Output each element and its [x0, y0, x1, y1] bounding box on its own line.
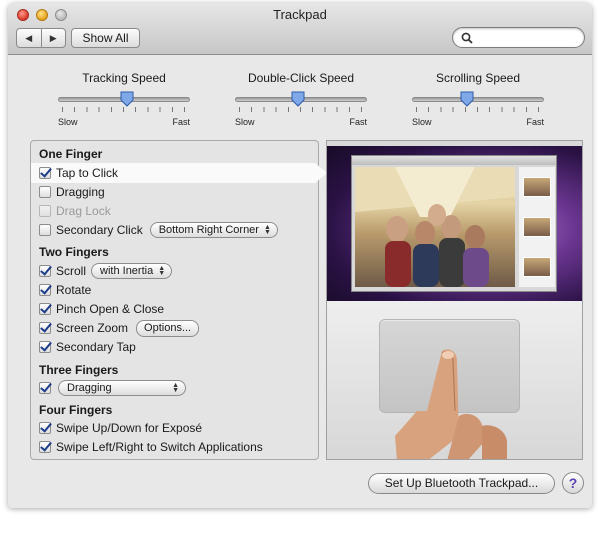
slider-label: Double-Click Speed — [247, 71, 355, 85]
chevron-right-icon[interactable]: ▶ — [40, 29, 66, 47]
slider-ticks — [416, 107, 540, 112]
demo-group-photo — [355, 167, 515, 287]
secondary-click-checkbox[interactable] — [39, 224, 51, 236]
secondary-tap-label: Secondary Tap — [56, 340, 136, 354]
help-button[interactable]: ? — [562, 472, 584, 494]
scroll-row[interactable]: Scroll with Inertia ▲ ▼ — [39, 262, 173, 280]
tracking-speed-slider: Tracking Speed Slow Fast — [58, 71, 190, 129]
dragging-row[interactable]: Dragging — [39, 183, 105, 201]
tap-to-click-label: Tap to Click — [56, 166, 119, 180]
pinch-label: Pinch Open & Close — [56, 302, 165, 316]
secondary-tap-checkbox[interactable] — [39, 341, 51, 353]
popup-arrows-icon: ▲ ▼ — [172, 382, 179, 394]
three-finger-drag-checkbox[interactable] — [39, 382, 51, 394]
screen-zoom-row[interactable]: Screen Zoom Options... — [39, 319, 200, 337]
popup-arrows-icon: ▲ ▼ — [264, 224, 271, 236]
rotate-checkbox[interactable] — [39, 284, 51, 296]
demo-menu-bar — [327, 141, 582, 146]
window-title: Trackpad — [273, 7, 327, 22]
section-four-fingers: Four Fingers — [39, 403, 113, 417]
secondary-tap-row[interactable]: Secondary Tap — [39, 338, 136, 356]
rotate-label: Rotate — [56, 283, 92, 297]
search-field[interactable] — [452, 27, 585, 48]
slider-max-label: Fast — [526, 117, 544, 127]
back-forward-control: ◀ ▶ — [16, 28, 66, 48]
switch-apps-row[interactable]: Swipe Left/Right to Switch Applications — [39, 438, 263, 456]
expose-row[interactable]: Swipe Up/Down for Exposé — [39, 419, 202, 437]
switch-apps-label: Swipe Left/Right to Switch Applications — [56, 440, 263, 454]
switch-apps-checkbox[interactable] — [39, 441, 51, 453]
screen-zoom-checkbox[interactable] — [39, 322, 51, 334]
demo-window-toolbar — [352, 156, 556, 165]
scroll-label: Scroll — [56, 264, 87, 278]
scroll-popup[interactable]: with Inertia ▲ ▼ — [91, 263, 173, 279]
group-photo-illustration — [355, 167, 515, 287]
screen-zoom-label: Screen Zoom — [56, 321, 129, 335]
slider-label: Scrolling Speed — [435, 71, 521, 85]
setup-bluetooth-trackpad-button[interactable]: Set Up Bluetooth Trackpad... — [368, 473, 555, 494]
slider-thumb[interactable] — [120, 91, 134, 107]
demo-thumbnail-strip — [519, 167, 555, 287]
section-two-fingers: Two Fingers — [39, 245, 109, 259]
preferences-window: Trackpad ◀ ▶ Show All Tracking Speed Slo… — [8, 3, 592, 508]
slider-thumb[interactable] — [291, 91, 305, 107]
secondary-click-label: Secondary Click — [56, 223, 143, 237]
show-all-button[interactable]: Show All — [71, 28, 140, 48]
tap-to-click-row[interactable]: Tap to Click — [39, 164, 118, 182]
drag-lock-row: Drag Lock — [39, 202, 111, 220]
secondary-click-popup-value: Bottom Right Corner — [158, 224, 259, 236]
section-three-fingers: Three Fingers — [39, 363, 119, 377]
slider-max-label: Fast — [172, 117, 190, 127]
popup-arrows-icon: ▲ ▼ — [158, 265, 166, 277]
chevron-left-icon[interactable]: ◀ — [17, 29, 41, 47]
expose-label: Swipe Up/Down for Exposé — [56, 421, 203, 435]
slider-thumb[interactable] — [460, 91, 474, 107]
section-one-finger: One Finger — [39, 147, 103, 161]
gestures-list: One Finger Tap to Click Dragging Drag Lo… — [30, 140, 327, 460]
search-icon — [461, 32, 473, 44]
dragging-checkbox[interactable] — [39, 186, 51, 198]
slider-min-label: Slow — [235, 117, 255, 127]
screen-zoom-options-button[interactable]: Options... — [136, 319, 200, 337]
three-finger-drag-popup-value: Dragging — [67, 382, 112, 394]
pointing-hand-icon — [395, 349, 507, 459]
pinch-row[interactable]: Pinch Open & Close — [39, 300, 164, 318]
drag-lock-checkbox — [39, 205, 51, 217]
title-bar: Trackpad ◀ ▶ Show All — [8, 3, 592, 55]
rotate-row[interactable]: Rotate — [39, 281, 91, 299]
demo-thumbnail — [523, 217, 551, 237]
scrolling-speed-slider: Scrolling Speed Slow Fast — [412, 71, 544, 129]
demo-thumbnail — [523, 257, 551, 277]
tap-to-click-checkbox[interactable] — [39, 167, 51, 179]
drag-lock-label: Drag Lock — [56, 204, 111, 218]
secondary-click-popup[interactable]: Bottom Right Corner ▲ ▼ — [149, 222, 278, 238]
slider-track[interactable] — [412, 97, 544, 102]
slider-min-label: Slow — [58, 117, 78, 127]
gesture-demo-preview — [326, 140, 583, 460]
secondary-click-row[interactable]: Secondary Click Bottom Right Corner ▲ ▼ — [39, 221, 278, 239]
demo-thumbnail — [523, 177, 551, 197]
scroll-popup-value: with Inertia — [100, 265, 154, 277]
expose-checkbox[interactable] — [39, 422, 51, 434]
slider-label: Tracking Speed — [82, 71, 166, 85]
slider-min-label: Slow — [412, 117, 432, 127]
double-click-speed-slider: Double-Click Speed Slow Fast — [235, 71, 367, 129]
scroll-checkbox[interactable] — [39, 265, 51, 277]
search-input[interactable] — [477, 30, 577, 45]
pinch-checkbox[interactable] — [39, 303, 51, 315]
dragging-label: Dragging — [56, 185, 105, 199]
three-finger-drag-popup[interactable]: Dragging ▲ ▼ — [58, 380, 186, 396]
slider-ticks — [62, 107, 186, 112]
slider-ticks — [239, 107, 363, 112]
three-finger-drag-row[interactable]: Dragging ▲ ▼ — [39, 379, 186, 397]
slider-max-label: Fast — [349, 117, 367, 127]
demo-photo-window — [351, 155, 557, 292]
